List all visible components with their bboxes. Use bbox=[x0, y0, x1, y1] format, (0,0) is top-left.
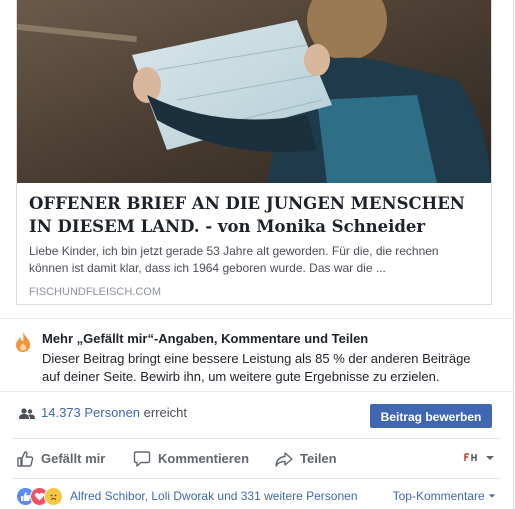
reach-suffix: erreicht bbox=[143, 405, 188, 420]
reaction-names-link[interactable]: Alfred Schibor, Loli Dworak und 331 weit… bbox=[70, 489, 358, 503]
sad-reaction-icon[interactable] bbox=[44, 487, 63, 506]
action-bar: Gefällt mir Kommentieren Teilen bbox=[12, 438, 501, 479]
insight-title: Mehr „Gefällt mir“-Angaben, Kommentare u… bbox=[42, 331, 369, 346]
top-comments-dropdown[interactable]: Top-Kommentare bbox=[393, 489, 496, 503]
caret-down-icon bbox=[486, 456, 494, 460]
share-label: Teilen bbox=[300, 451, 337, 466]
reach-count-link[interactable]: 14.373 Personen bbox=[41, 405, 140, 420]
people-icon bbox=[19, 407, 35, 425]
top-comments-label: Top-Kommentare bbox=[392, 489, 485, 503]
promote-post-button[interactable]: Beitrag bewerben bbox=[370, 404, 492, 428]
preview-image[interactable] bbox=[17, 0, 491, 183]
like-button[interactable]: Gefällt mir bbox=[16, 439, 105, 478]
audience-selector[interactable] bbox=[463, 451, 495, 465]
link-preview[interactable]: OFFENER BRIEF AN DIE JUNGEN MENSCHEN IN … bbox=[16, 0, 492, 305]
share-icon bbox=[275, 451, 293, 467]
page-avatar-icon bbox=[463, 451, 479, 465]
comment-label: Kommentieren bbox=[158, 451, 250, 466]
preview-domain: FISCHUNDFLEISCH.COM bbox=[29, 286, 162, 298]
reach-row: 14.373 Personen erreicht Beitrag bewerbe… bbox=[0, 391, 513, 438]
comment-button[interactable]: Kommentieren bbox=[133, 439, 249, 478]
insight-body: Dieser Beitrag bringt eine bessere Leist… bbox=[42, 351, 471, 384]
flame-icon bbox=[13, 331, 33, 358]
preview-title[interactable]: OFFENER BRIEF AN DIE JUNGEN MENSCHEN IN … bbox=[29, 192, 479, 238]
performance-insight: Mehr „Gefällt mir“-Angaben, Kommentare u… bbox=[0, 318, 513, 391]
reactions-row: Alfred Schibor, Loli Dworak und 331 weit… bbox=[16, 486, 496, 506]
preview-description: Liebe Kinder, ich bin jetzt gerade 53 Ja… bbox=[29, 244, 439, 275]
comment-icon bbox=[133, 450, 151, 467]
thumbs-up-icon bbox=[17, 450, 34, 467]
share-button[interactable]: Teilen bbox=[275, 439, 337, 478]
caret-down-icon bbox=[488, 494, 496, 498]
post-card: OFFENER BRIEF AN DIE JUNGEN MENSCHEN IN … bbox=[0, 0, 514, 509]
like-label: Gefällt mir bbox=[41, 451, 106, 466]
